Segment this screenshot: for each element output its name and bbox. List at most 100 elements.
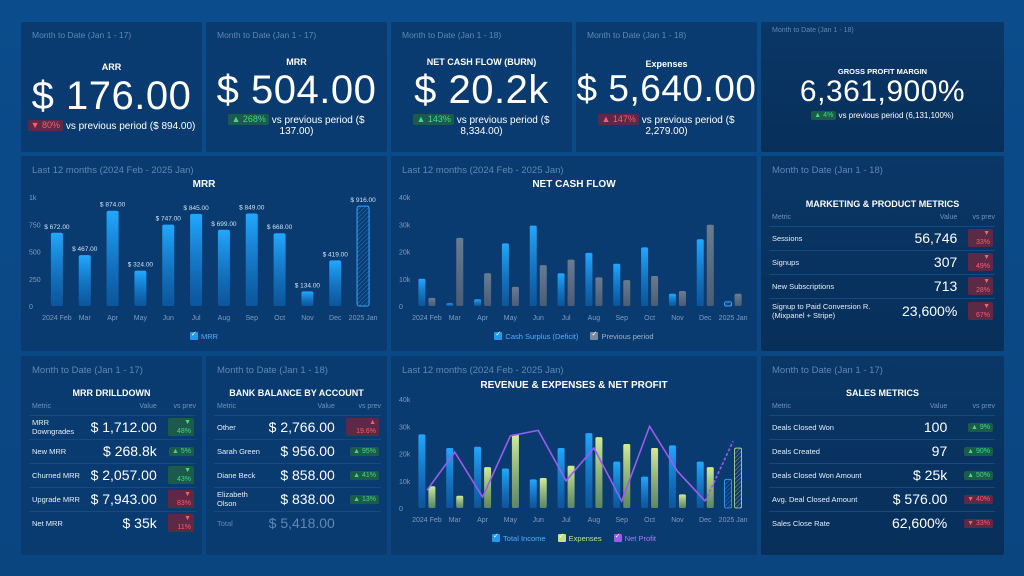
bar-data-label: $ 699.00 xyxy=(211,221,237,228)
table-row: Net MRR $ 35k ▼ 11% xyxy=(29,510,196,535)
expenses-bar xyxy=(511,434,519,508)
change-badge: ▲ 268% xyxy=(228,114,269,125)
legend-item-expenses[interactable]: Expenses xyxy=(557,532,602,543)
legend-item-previous-period[interactable]: Previous period xyxy=(590,330,654,341)
metric-value: 23,600% xyxy=(899,297,966,323)
metric-label: Sessions xyxy=(769,225,899,250)
x-tick-label: Aug xyxy=(588,517,601,524)
bar-data-label: $ 467.00 xyxy=(72,246,98,253)
legend-item-mrr[interactable]: MRR xyxy=(189,330,218,341)
change-percent: 80% xyxy=(42,120,61,130)
checkbox-icon xyxy=(613,532,622,542)
checkbox-icon xyxy=(590,330,599,340)
chart-legend: Cash Surplus (Deficit) Previous period xyxy=(391,330,757,341)
x-tick-label: Oct xyxy=(274,315,285,322)
legend-item-total-income[interactable]: Total Income xyxy=(492,532,546,543)
table-title: SALES METRICS xyxy=(845,388,919,398)
kpi-change: ▲ 147% vs previous period ($ 2,279.00) xyxy=(576,114,757,137)
kpi-title: NET CASH FLOW (BURN) xyxy=(426,57,537,67)
y-tick-label: 0 xyxy=(399,506,403,513)
bar-data-label: $ 747.00 xyxy=(156,216,182,223)
metric-value: 97 xyxy=(877,438,956,463)
total-label: Total xyxy=(214,510,266,535)
kpi-subtitle: Month to Date (Jan 1 - 18) xyxy=(402,30,502,40)
legend-item-net-profit[interactable]: Net Profit xyxy=(613,532,656,543)
x-tick-label: Jul xyxy=(562,517,571,524)
change-badge: ▲ 19.6% xyxy=(345,418,379,436)
x-tick-label: Oct xyxy=(644,517,655,524)
comparison-text: vs previous period ($ xyxy=(271,115,365,126)
change-percent: 147% xyxy=(612,114,636,124)
y-tick-label: 750 xyxy=(29,222,41,229)
cash-surplus-bar xyxy=(585,252,593,306)
metric-label: Elizabeth Olson xyxy=(214,486,266,511)
metric-label: New MRR xyxy=(29,438,88,463)
x-tick-label: Dec xyxy=(699,315,712,322)
previous-period-bar xyxy=(428,297,436,306)
x-tick-label: Aug xyxy=(218,315,231,322)
header-value: Value xyxy=(929,402,948,410)
change-percent: 4% xyxy=(823,112,834,119)
cash-surplus-bar xyxy=(446,303,454,306)
metric-value: 62,600% xyxy=(877,510,956,535)
total-income-bar xyxy=(724,478,732,509)
x-tick-label: 2025 Jan xyxy=(719,315,748,322)
x-tick-label: Jun xyxy=(533,315,544,322)
sales-metrics-table: Metric Value vs prev Deals Closed Won 10… xyxy=(769,401,995,535)
x-tick-label: Jul xyxy=(562,315,571,322)
comparison-text-cont: 2,279.00) xyxy=(645,126,688,137)
checkbox-icon xyxy=(557,532,566,542)
sales-metrics-panel: Month to Date (Jan 1 - 17) SALES METRICS… xyxy=(761,356,1004,555)
bar-data-label: $ 849.00 xyxy=(239,204,265,211)
marketing-metrics-panel: Month to Date (Jan 1 - 18) MARKETING & P… xyxy=(761,156,1004,351)
x-tick-label: Aug xyxy=(588,315,601,322)
x-tick-label: Dec xyxy=(329,315,342,322)
expenses-bar xyxy=(623,443,631,508)
table-row: Deals Closed Won Amount $ 25k ▲ 50% xyxy=(769,462,995,487)
metric-label: Upgrade MRR xyxy=(29,486,88,511)
mrr-bar xyxy=(190,213,203,306)
x-tick-label: 2024 Feb xyxy=(42,315,72,322)
expenses-bar xyxy=(595,437,603,508)
legend-item-cash-surplus[interactable]: Cash Surplus (Deficit) xyxy=(494,330,578,341)
change-badge: ▲ 5% xyxy=(169,446,194,456)
bar-data-label: $ 134.00 xyxy=(295,282,321,289)
table-row: Sessions 56,746 ▼ 33% xyxy=(769,225,995,250)
kpi-title: ARR xyxy=(101,62,122,72)
triangle-up-icon: ▲ xyxy=(231,114,241,124)
y-tick-label: 20k xyxy=(399,452,411,459)
mrr-bar xyxy=(162,224,175,306)
y-tick-label: 10k xyxy=(399,479,411,486)
metric-value: $ 2,766.00 xyxy=(265,414,343,439)
total-income-bar xyxy=(613,461,621,508)
kpi-gross-profit-margin-panel: Month to Date (Jan 1 - 18) GROSS PROFIT … xyxy=(761,22,1004,152)
metric-label: Deals Created xyxy=(769,438,878,463)
chart-legend: Total Income Expenses Net Profit xyxy=(391,532,757,543)
metric-value: 713 xyxy=(899,273,966,298)
mrr-bar xyxy=(301,291,314,306)
y-tick-label: 250 xyxy=(29,277,41,284)
cash-surplus-bar xyxy=(501,243,509,306)
table-header-row: Metric Value vs prev xyxy=(769,401,995,415)
previous-period-bar xyxy=(734,293,742,306)
mrr-bar xyxy=(356,205,370,307)
kpi-value: 6,361,900% xyxy=(799,75,966,108)
x-tick-label: Jun xyxy=(533,517,544,524)
x-tick-label: Apr xyxy=(477,315,489,322)
mrr-drilldown-table: Metric Value vs prev MRR Downgrades $ 1,… xyxy=(29,401,196,535)
mrr-chart-panel: Last 12 months (2024 Feb - 2025 Jan) MRR… xyxy=(21,156,387,351)
net-profit-line xyxy=(426,424,706,504)
kpi-subtitle: Month to Date (Jan 1 - 17) xyxy=(32,30,132,40)
metric-label: Signup to Paid Conversion R. (Mixpanel +… xyxy=(769,297,899,323)
legend-label: Previous period xyxy=(601,332,654,341)
bank-balance-panel: Month to Date (Jan 1 - 18) BANK BALANCE … xyxy=(206,356,387,555)
legend-label: Net Profit xyxy=(624,534,656,543)
x-tick-label: Apr xyxy=(477,517,489,524)
table-header-row: Metric Value vs prev xyxy=(769,212,995,226)
bar-data-label: $ 668.00 xyxy=(267,224,293,231)
change-badge: ▼ 33% xyxy=(964,518,993,528)
comparison-text: vs previous period ($ 894.00) xyxy=(65,121,196,132)
kpi-subtitle: Month to Date (Jan 1 - 18) xyxy=(587,30,687,40)
cash-surplus-bar xyxy=(641,247,649,306)
metric-label: Signups xyxy=(769,249,899,274)
